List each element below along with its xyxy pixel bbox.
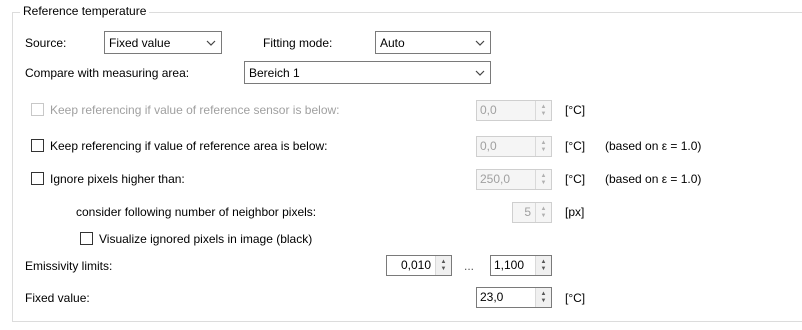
ref-area-spinbox[interactable]: 0,0 ▲ ▼ — [476, 136, 552, 157]
fixed-value-label: Fixed value: — [25, 291, 90, 305]
ref-sensor-spinbox[interactable]: 0,0 ▲ ▼ — [476, 100, 552, 121]
ref-sensor-checkbox[interactable] — [31, 103, 44, 116]
ref-area-label: Keep referencing if value of reference a… — [50, 139, 328, 153]
emissivity-min-value: 0,010 — [400, 258, 431, 272]
ref-sensor-label: Keep referencing if value of reference s… — [50, 103, 340, 117]
ref-area-checkbox[interactable] — [31, 139, 44, 152]
visualize-checkbox[interactable] — [80, 232, 93, 245]
fitting-mode-select[interactable]: Auto — [375, 31, 491, 54]
visualize-label: Visualize ignored pixels in image (black… — [99, 232, 313, 246]
neighbor-pixels-unit: [px] — [565, 205, 585, 219]
emissivity-min-spinbox[interactable]: 0,010 ▲ ▼ — [386, 255, 452, 276]
spin-buttons[interactable]: ▲ ▼ — [535, 256, 551, 275]
ref-sensor-unit: [°C] — [565, 103, 586, 117]
ref-sensor-value: 0,0 — [480, 103, 497, 117]
source-label: Source: — [25, 36, 67, 50]
compare-label: Compare with measuring area: — [25, 66, 190, 80]
emissivity-separator: ... — [464, 259, 475, 273]
compare-area-value: Bereich 1 — [249, 65, 300, 80]
neighbor-pixels-label: consider following number of neighbor pi… — [76, 205, 317, 219]
ignore-pixels-value: 250,0 — [480, 172, 511, 186]
ref-area-value: 0,0 — [480, 139, 497, 153]
compare-area-select[interactable]: Bereich 1 — [244, 61, 491, 84]
ignore-pixels-spinbox[interactable]: 250,0 ▲ ▼ — [476, 169, 552, 190]
source-select[interactable]: Fixed value — [104, 31, 222, 54]
fixed-value-spinbox[interactable]: 23,0 ▲ ▼ — [476, 287, 552, 308]
spin-buttons[interactable]: ▲ ▼ — [535, 137, 551, 156]
chevron-down-icon — [201, 32, 221, 53]
fitting-mode-value: Auto — [380, 35, 405, 50]
spin-buttons[interactable]: ▲ ▼ — [435, 256, 451, 275]
fixed-value-value: 23,0 — [480, 290, 504, 304]
spin-buttons[interactable]: ▲ ▼ — [535, 288, 551, 307]
neighbor-pixels-spinbox[interactable]: 5 ▲ ▼ — [512, 202, 552, 223]
group-title: Reference temperature — [20, 4, 150, 18]
neighbor-pixels-value: 5 — [524, 205, 531, 219]
chevron-down-icon — [470, 32, 490, 53]
ignore-pixels-checkbox[interactable] — [31, 172, 44, 185]
fixed-value-unit: [°C] — [565, 291, 586, 305]
ignore-pixels-unit: [°C] — [565, 172, 586, 186]
spin-buttons[interactable]: ▲ ▼ — [535, 170, 551, 189]
emissivity-max-value: 1,100 — [494, 258, 525, 272]
source-value: Fixed value — [109, 35, 171, 50]
emissivity-max-spinbox[interactable]: 1,100 ▲ ▼ — [490, 255, 552, 276]
ignore-pixels-label: Ignore pixels higher than: — [50, 172, 185, 186]
spin-buttons[interactable]: ▲ ▼ — [535, 101, 551, 120]
ref-area-note: (based on ε = 1.0) — [605, 139, 702, 153]
spin-buttons[interactable]: ▲ ▼ — [535, 203, 551, 222]
ignore-pixels-note: (based on ε = 1.0) — [605, 172, 702, 186]
ref-area-unit: [°C] — [565, 139, 586, 153]
emissivity-label: Emissivity limits: — [25, 259, 113, 273]
chevron-down-icon — [470, 62, 490, 83]
fitting-mode-label: Fitting mode: — [263, 36, 333, 50]
